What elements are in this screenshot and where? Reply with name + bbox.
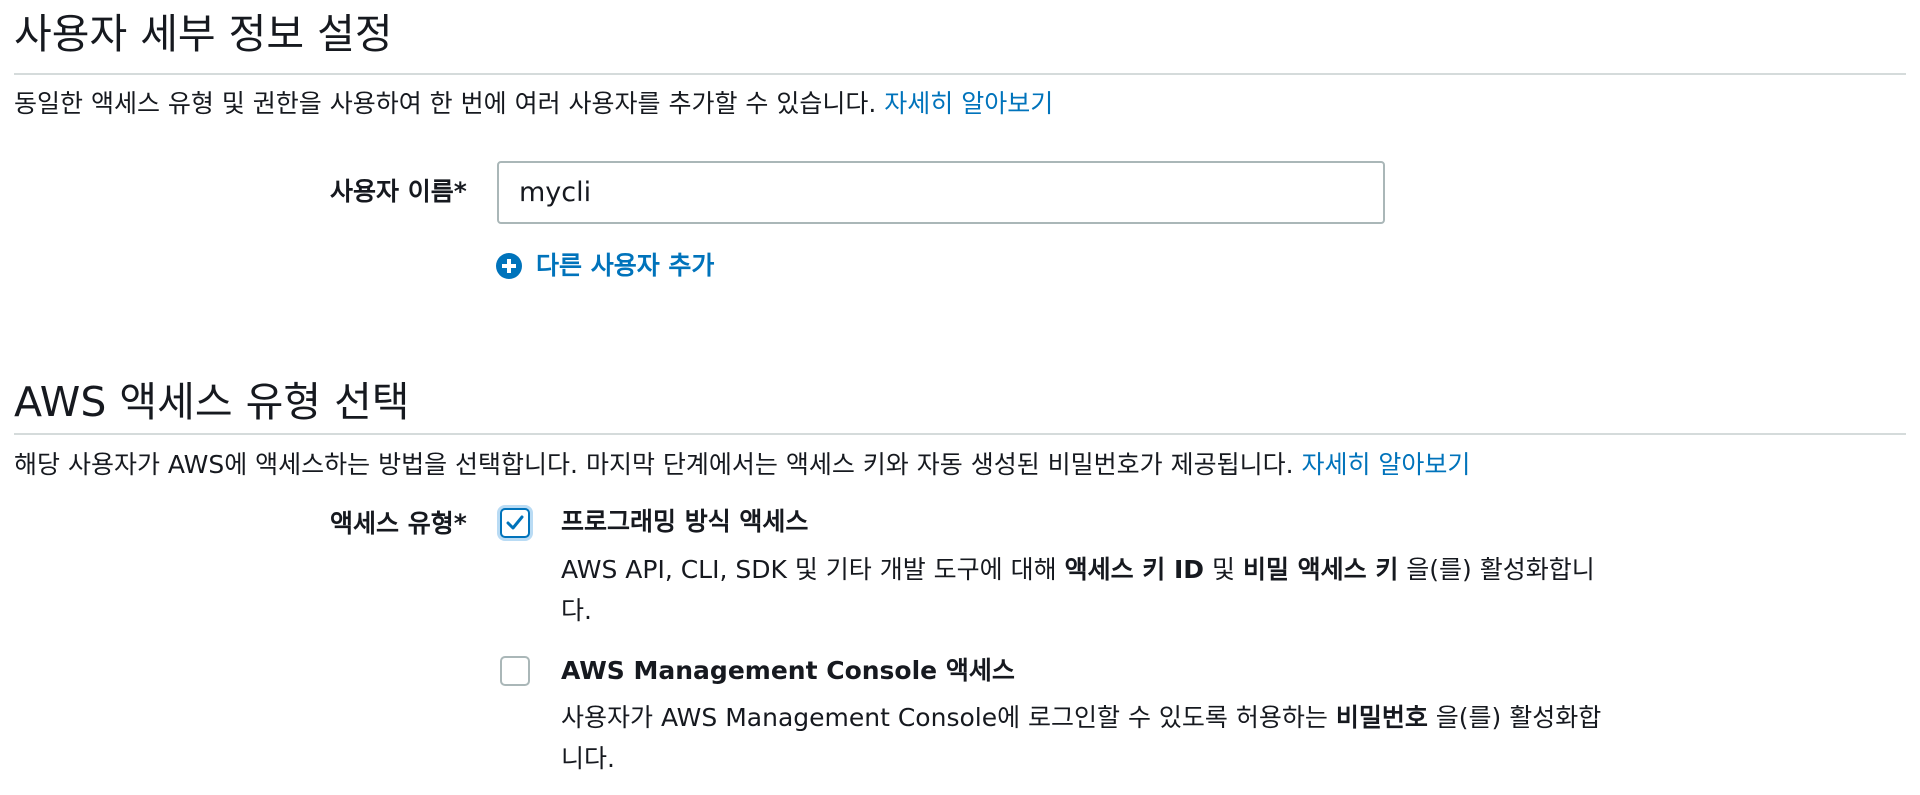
divider (14, 73, 1906, 75)
console-access-description: 사용자가 AWS Management Console에 로그인할 수 있도록 … (561, 697, 1621, 779)
learn-more-link[interactable]: 자세히 알아보기 (884, 89, 1053, 118)
option-desc-text: AWS API, CLI, SDK 및 기타 개발 도구에 대해 (561, 555, 1065, 584)
console-access-checkbox[interactable] (500, 656, 530, 686)
learn-more-link[interactable]: 자세히 알아보기 (1301, 450, 1470, 479)
console-access-title: AWS Management Console 액세스 (561, 656, 1015, 685)
user-details-description: 동일한 액세스 유형 및 권한을 사용하여 한 번에 여러 사용자를 추가할 수… (14, 88, 1053, 120)
programmatic-access-description: AWS API, CLI, SDK 및 기타 개발 도구에 대해 액세스 키 I… (561, 549, 1621, 631)
username-input[interactable] (497, 161, 1385, 224)
access-type-description: 해당 사용자가 AWS에 액세스하는 방법을 선택합니다. 마지막 단계에서는 … (14, 449, 1470, 481)
user-details-title: 사용자 세부 정보 설정 (14, 10, 393, 58)
plus-circle-icon (496, 253, 522, 279)
access-type-title: AWS 액세스 유형 선택 (14, 378, 410, 426)
add-another-user-button[interactable]: 다른 사용자 추가 (496, 250, 714, 282)
user-details-description-text: 동일한 액세스 유형 및 권한을 사용하여 한 번에 여러 사용자를 추가할 수… (14, 89, 877, 118)
secret-access-key-text: 비밀 액세스 키 (1242, 555, 1399, 584)
access-type-label: 액세스 유형* (330, 509, 467, 538)
add-another-user-label: 다른 사용자 추가 (536, 251, 715, 280)
access-type-description-text: 해당 사용자가 AWS에 액세스하는 방법을 선택합니다. 마지막 단계에서는 … (14, 450, 1294, 479)
programmatic-access-checkbox[interactable] (500, 508, 530, 538)
password-text: 비밀번호 (1335, 703, 1428, 732)
programmatic-access-title: 프로그래밍 방식 액세스 (561, 507, 809, 536)
access-key-id-text: 액세스 키 ID (1064, 555, 1205, 584)
username-label: 사용자 이름* (330, 177, 467, 206)
option-desc-text: 사용자가 AWS Management Console에 로그인할 수 있도록 … (561, 703, 1336, 732)
divider (14, 433, 1906, 435)
option-desc-text: 및 (1204, 555, 1243, 584)
